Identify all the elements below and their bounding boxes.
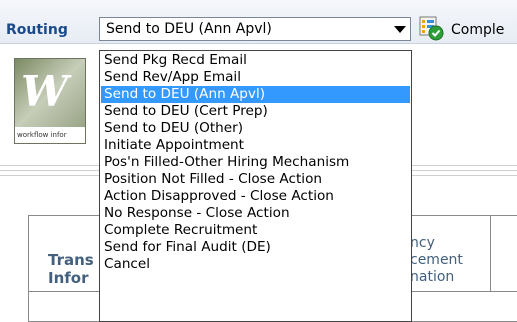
routing-select-value: Send to DEU (Ann Apvl) <box>106 21 272 37</box>
dropdown-option[interactable]: Send for Final Audit (DE) <box>101 239 410 256</box>
table-header-col2-line2: cement <box>410 252 463 268</box>
complete-task-icon[interactable] <box>418 15 444 41</box>
dropdown-option[interactable]: Cancel <box>101 256 410 273</box>
dropdown-option[interactable]: Initiate Appointment <box>101 137 410 154</box>
table-header-col2-line3: nation <box>410 269 455 285</box>
dropdown-option[interactable]: Pos'n Filled-Other Hiring Mechanism <box>101 154 410 171</box>
chevron-down-icon[interactable] <box>394 26 406 33</box>
routing-toolbar: Routing Send to DEU (Ann Apvl) Comple <box>0 0 517 44</box>
dropdown-option[interactable]: Action Disapproved - Close Action <box>101 188 410 205</box>
routing-label: Routing <box>6 22 68 38</box>
routing-select[interactable]: Send to DEU (Ann Apvl) <box>99 17 411 41</box>
logo-caption: workflow infor <box>15 127 85 143</box>
dropdown-option[interactable]: Send Rev/App Email <box>101 69 410 86</box>
dropdown-option[interactable]: Send to DEU (Other) <box>101 120 410 137</box>
dropdown-option[interactable]: Position Not Filled - Close Action <box>101 171 410 188</box>
dropdown-option[interactable]: Send Pkg Recd Email <box>101 52 410 69</box>
dropdown-option[interactable]: No Response - Close Action <box>101 205 410 222</box>
dropdown-option[interactable]: Complete Recruitment <box>101 222 410 239</box>
complete-button-label[interactable]: Comple <box>451 22 504 38</box>
table-header-col1-line2: Infor <box>48 269 89 287</box>
table-header-col2-line1: ncy <box>410 235 435 251</box>
workflow-logo: W workflow infor <box>14 58 86 144</box>
dropdown-option[interactable]: Send to DEU (Cert Prep) <box>101 103 410 120</box>
routing-dropdown-list[interactable]: Send Pkg Recd Email Send Rev/App Email Sen… <box>99 50 412 322</box>
dropdown-option[interactable]: Send to DEU (Ann Apvl) <box>101 86 410 103</box>
logo-letters: W <box>21 67 68 116</box>
table-column-divider <box>490 215 491 291</box>
table-header-col1-line1: Trans <box>48 251 94 269</box>
